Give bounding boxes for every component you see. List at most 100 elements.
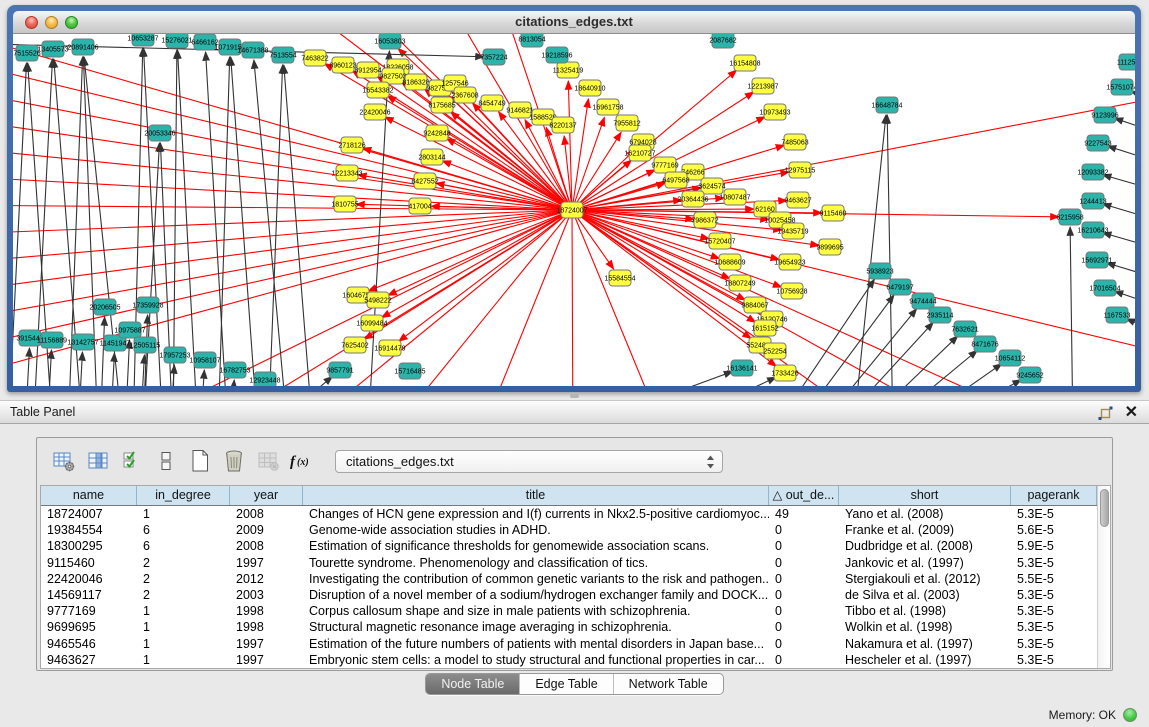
graph-node[interactable]: 16099484 (356, 315, 387, 331)
graph-node[interactable]: 10688609 (714, 254, 745, 270)
graph-node[interactable]: 16210727 (624, 145, 655, 161)
graph-node[interactable]: 15720407 (704, 233, 735, 249)
table-cell[interactable]: Corpus callosum shape and size in male p… (303, 603, 769, 619)
graph-node[interactable]: 20891406 (67, 39, 98, 55)
table-row[interactable]: 1830029562008Estimation of significance … (41, 538, 1097, 554)
table-cell[interactable]: Nakamura et al. (1997) (839, 636, 1011, 652)
table-cell[interactable]: 9463627 (41, 652, 137, 668)
table-cell[interactable]: 2012 (230, 571, 303, 587)
table-cell[interactable]: 1997 (230, 555, 303, 571)
network-canvas[interactable]: 1872400774638228960123891295418226058982… (13, 34, 1135, 386)
graph-node[interactable]: 20053346 (144, 125, 175, 141)
table-cell[interactable]: Wolkin et al. (1998) (839, 619, 1011, 635)
table-cell[interactable]: 0 (769, 619, 839, 635)
table-cell[interactable]: 2009 (230, 522, 303, 538)
graph-node[interactable]: 9777169 (651, 157, 678, 173)
table-cell[interactable]: 1 (137, 636, 230, 652)
column-header-out_de[interactable]: △ out_de... (769, 486, 839, 505)
table-cell[interactable]: Tibbo et al. (1998) (839, 603, 1011, 619)
table-cell[interactable]: 1997 (230, 636, 303, 652)
graph-node[interactable]: 1112504 (1117, 54, 1135, 70)
table-cell[interactable]: 1 (137, 506, 230, 522)
table-row[interactable]: 1872400712008Changes of HCN gene express… (41, 506, 1097, 522)
table-cell[interactable]: 0 (769, 652, 839, 668)
panel-splitter-grip[interactable] (570, 394, 579, 398)
delete-column-button[interactable] (217, 446, 251, 476)
table-cell[interactable]: Embryonic stem cells: a model to study s… (303, 652, 769, 668)
table-cell[interactable]: 6 (137, 522, 230, 538)
table-row[interactable]: 946554611997Estimation of the future num… (41, 636, 1097, 652)
graph-node[interactable]: 15751074 (1106, 79, 1135, 95)
table-scrollbar[interactable] (1097, 486, 1110, 668)
graph-node[interactable]: 10807487 (719, 189, 750, 205)
table-cell[interactable]: 5.3E-5 (1011, 652, 1097, 668)
graph-node[interactable]: 5938923 (866, 263, 893, 279)
table-cell[interactable]: 1 (137, 619, 230, 635)
table-cell[interactable]: 9465546 (41, 636, 137, 652)
table-cell[interactable]: Estimation of significance thresholds fo… (303, 538, 769, 554)
graph-node[interactable]: 7625402 (341, 337, 368, 353)
table-cell[interactable]: Jankovic et al. (1997) (839, 555, 1011, 571)
table-cell[interactable]: 5.3E-5 (1011, 555, 1097, 571)
graph-node[interactable]: 15692971 (1081, 252, 1112, 268)
graph-node[interactable]: 16648784 (871, 97, 902, 113)
graph-node[interactable]: 9227543 (1084, 135, 1111, 151)
graph-node[interactable]: 9463627 (784, 192, 811, 208)
tab-node-table[interactable]: Node Table (426, 674, 519, 694)
graph-node[interactable]: 1810755 (331, 196, 358, 212)
graph-node[interactable]: 6497568 (662, 172, 689, 188)
table-cell[interactable]: 5.6E-5 (1011, 522, 1097, 538)
graph-node[interactable]: 7986372 (691, 212, 718, 228)
table-cell[interactable]: 2008 (230, 506, 303, 522)
graph-node[interactable]: 12505115 (130, 337, 161, 353)
create-column-button[interactable] (183, 446, 217, 476)
table-selector-dropdown[interactable]: citations_edges.txt (335, 450, 723, 473)
graph-node[interactable]: 7513554 (269, 47, 296, 63)
table-cell[interactable]: 0 (769, 603, 839, 619)
graph-node[interactable]: 19654923 (774, 254, 805, 270)
network-view-window[interactable]: citations_edges.txt 18724007746382289601… (7, 5, 1141, 392)
table-row[interactable]: 1938455462009Genome-wide association stu… (41, 522, 1097, 538)
graph-node[interactable]: 8175685 (428, 97, 455, 113)
table-cell[interactable]: Disruption of a novel member of a sodium… (303, 587, 769, 603)
select-columns-button[interactable] (115, 446, 149, 476)
graph-node[interactable]: 20364436 (677, 191, 708, 207)
graph-node[interactable]: 5498222 (364, 292, 391, 308)
table-cell[interactable]: Estimation of the future numbers of pati… (303, 636, 769, 652)
column-header-title[interactable]: title (303, 486, 769, 505)
graph-node[interactable]: 8215958 (1056, 209, 1083, 225)
graph-node[interactable]: 8427552 (411, 173, 438, 189)
table-cell[interactable]: 5.3E-5 (1011, 619, 1097, 635)
graph-node[interactable]: 8813054 (518, 34, 545, 47)
graph-node[interactable]: 13405573 (37, 41, 68, 57)
graph-node[interactable]: 16210643 (1077, 222, 1108, 238)
graph-node[interactable]: 417004 (408, 198, 431, 214)
close-panel-icon[interactable]: ✕ (1125, 402, 1138, 424)
table-cell[interactable]: 5.3E-5 (1011, 506, 1097, 522)
graph-node[interactable]: 2803144 (418, 149, 445, 165)
graph-node[interactable]: 7463822 (301, 50, 328, 66)
graph-node[interactable]: 8912954 (354, 62, 381, 78)
table-cell[interactable]: Changes of HCN gene expression and I(f) … (303, 506, 769, 522)
graph-node[interactable]: 9115460 (820, 205, 847, 221)
table-cell[interactable]: 18724007 (41, 506, 137, 522)
float-window-icon[interactable] (1098, 406, 1113, 421)
graph-node[interactable]: 15276021 (161, 34, 192, 48)
row-options-button[interactable] (149, 446, 183, 476)
graph-node[interactable]: 9857791 (326, 362, 353, 378)
graph-node[interactable]: 2087682 (709, 34, 736, 48)
graph-node[interactable]: 2935114 (927, 307, 954, 323)
graph-node[interactable]: 8471676 (971, 336, 998, 352)
graph-node[interactable]: 10756928 (776, 283, 807, 299)
table-cell[interactable]: 2003 (230, 587, 303, 603)
graph-node[interactable]: 16053803 (374, 34, 405, 49)
graph-node[interactable]: 12213987 (747, 78, 778, 94)
graph-node[interactable]: 16543382 (362, 82, 393, 98)
table-row[interactable]: 911546021997Tourette syndrome. Phenomeno… (41, 555, 1097, 571)
graph-node[interactable]: 1733426 (771, 365, 798, 381)
graph-node[interactable]: 16782753 (219, 362, 250, 378)
graph-node[interactable]: 1167533 (1104, 307, 1131, 323)
table-cell[interactable]: 0 (769, 522, 839, 538)
table-cell[interactable]: 9115460 (41, 555, 137, 571)
tab-network-table[interactable]: Network Table (613, 674, 723, 694)
